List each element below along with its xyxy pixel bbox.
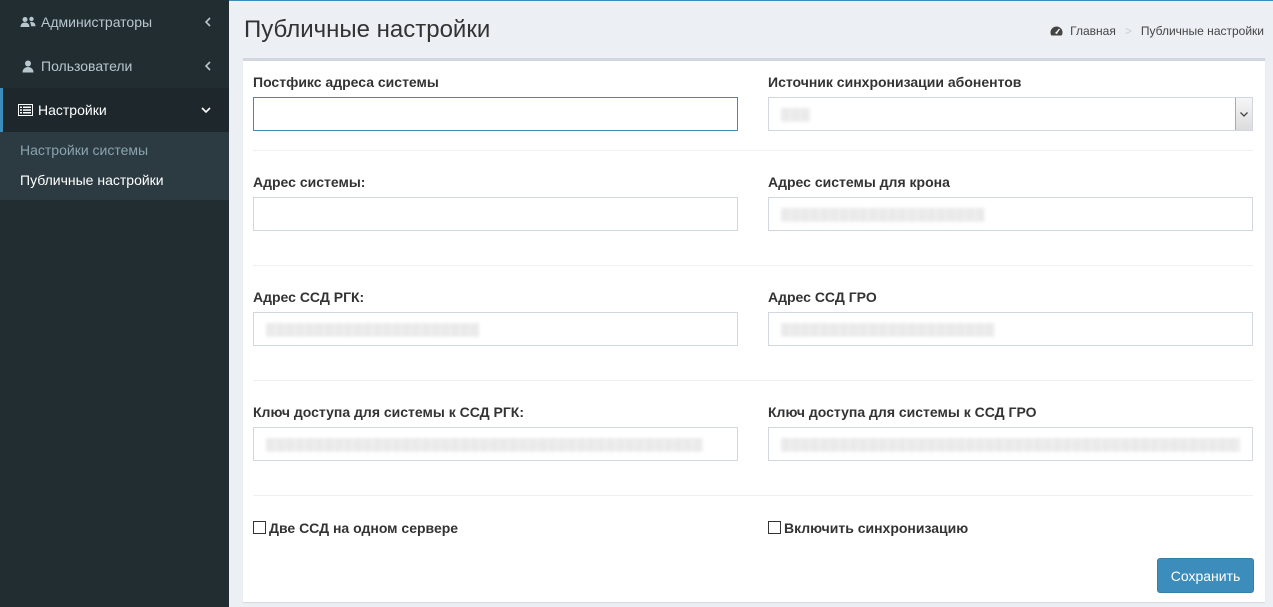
divider <box>253 265 1253 266</box>
cron-address-input[interactable]: ▒▒▒▒▒▒▒▒▒▒▒▒▒▒▒▒▒▒▒▒▒ <box>768 197 1253 231</box>
sidebar-item-administrators[interactable]: Администраторы <box>0 0 229 44</box>
key-rgk-input[interactable]: ▒▒▒▒▒▒▒▒▒▒▒▒▒▒▒▒▒▒▒▒▒▒▒▒▒▒▒▒▒▒▒▒▒▒▒▒▒▒▒▒… <box>253 427 738 461</box>
postfix-label: Постфикс адреса системы <box>253 74 439 90</box>
ssd-rgk-label: Адрес ССД РГК: <box>253 289 365 305</box>
enable-sync-checkbox[interactable] <box>768 520 781 534</box>
sync-source-value: ▒▒▒ <box>781 106 811 122</box>
submenu-item-public-settings[interactable]: Публичные настройки <box>0 165 229 195</box>
cron-address-label: Адрес системы для крона <box>768 174 950 190</box>
breadcrumb-current: Публичные настройки <box>1140 24 1264 38</box>
chevron-down-icon <box>1235 98 1252 130</box>
submenu-item-system-settings[interactable]: Настройки системы <box>0 135 229 165</box>
key-gro-field-group: Ключ доступа для системы к ССД ГРО ▒▒▒▒▒… <box>768 404 1253 461</box>
divider <box>253 495 1253 496</box>
settings-submenu: Настройки системы Публичные настройки <box>0 132 229 200</box>
chevron-left-icon <box>205 61 211 71</box>
sidebar-item-label: Администраторы <box>41 14 153 30</box>
key-gro-input[interactable]: ▒▒▒▒▒▒▒▒▒▒▒▒▒▒▒▒▒▒▒▒▒▒▒▒▒▒▒▒▒▒▒▒▒▒▒▒▒▒▒▒… <box>768 427 1253 461</box>
cron-address-field-group: Адрес системы для крона ▒▒▒▒▒▒▒▒▒▒▒▒▒▒▒▒… <box>768 174 1253 231</box>
breadcrumb: Главная > Публичные настройки <box>1050 24 1264 38</box>
sidebar-item-settings[interactable]: Настройки <box>0 88 229 132</box>
address-field-group: Адрес системы: <box>253 174 738 231</box>
settings-form-box: Постфикс адреса системы Источник синхрон… <box>243 58 1265 602</box>
postfix-input[interactable] <box>253 97 738 131</box>
sync-source-field-group: Источник синхронизации абонентов ▒▒▒ <box>768 74 1253 131</box>
enable-sync-checkbox-label[interactable]: Включить синхронизацию <box>768 520 968 536</box>
sidebar-item-label: Настройки <box>38 102 107 118</box>
key-rgk-field-group: Ключ доступа для системы к ССД РГК: ▒▒▒▒… <box>253 404 738 461</box>
key-rgk-label: Ключ доступа для системы к ССД РГК: <box>253 404 524 420</box>
address-label: Адрес системы: <box>253 174 366 190</box>
postfix-field-group: Постфикс адреса системы <box>253 74 738 131</box>
ssd-gro-input[interactable]: ▒▒▒▒▒▒▒▒▒▒▒▒▒▒▒▒▒▒▒▒▒▒ <box>768 312 1253 346</box>
sidebar: Администраторы Пользователи Настройки На… <box>0 0 229 607</box>
user-icon <box>20 60 36 73</box>
divider <box>253 150 1253 151</box>
breadcrumb-separator: > <box>1124 24 1132 38</box>
key-gro-label: Ключ доступа для системы к ССД ГРО <box>768 404 1037 420</box>
two-ssd-checkbox-label[interactable]: Две ССД на одном сервере <box>253 520 458 536</box>
users-icon <box>20 16 36 29</box>
divider <box>253 380 1253 381</box>
breadcrumb-home-link[interactable]: Главная <box>1050 24 1116 38</box>
list-icon <box>17 104 33 116</box>
ssd-gro-field-group: Адрес ССД ГРО ▒▒▒▒▒▒▒▒▒▒▒▒▒▒▒▒▒▒▒▒▒▒ <box>768 289 1253 346</box>
sidebar-item-users[interactable]: Пользователи <box>0 44 229 88</box>
sync-source-select[interactable]: ▒▒▒ <box>768 97 1253 131</box>
ssd-gro-label: Адрес ССД ГРО <box>768 289 877 305</box>
sync-source-label: Источник синхронизации абонентов <box>768 74 1022 90</box>
dashboard-icon <box>1050 26 1063 36</box>
two-ssd-checkbox[interactable] <box>253 520 266 534</box>
address-input[interactable] <box>253 197 738 231</box>
sidebar-item-label: Пользователи <box>41 58 133 74</box>
save-button[interactable]: Сохранить <box>1157 558 1254 593</box>
chevron-left-icon <box>205 17 211 27</box>
chevron-down-icon <box>201 107 211 113</box>
page-title: Публичные настройки <box>244 16 491 43</box>
ssd-rgk-input[interactable]: ▒▒▒▒▒▒▒▒▒▒▒▒▒▒▒▒▒▒▒▒▒▒ <box>253 312 738 346</box>
main-content: Публичные настройки Главная > Публичные … <box>229 0 1273 607</box>
breadcrumb-home-label: Главная <box>1070 24 1116 38</box>
ssd-rgk-field-group: Адрес ССД РГК: ▒▒▒▒▒▒▒▒▒▒▒▒▒▒▒▒▒▒▒▒▒▒ <box>253 289 738 346</box>
